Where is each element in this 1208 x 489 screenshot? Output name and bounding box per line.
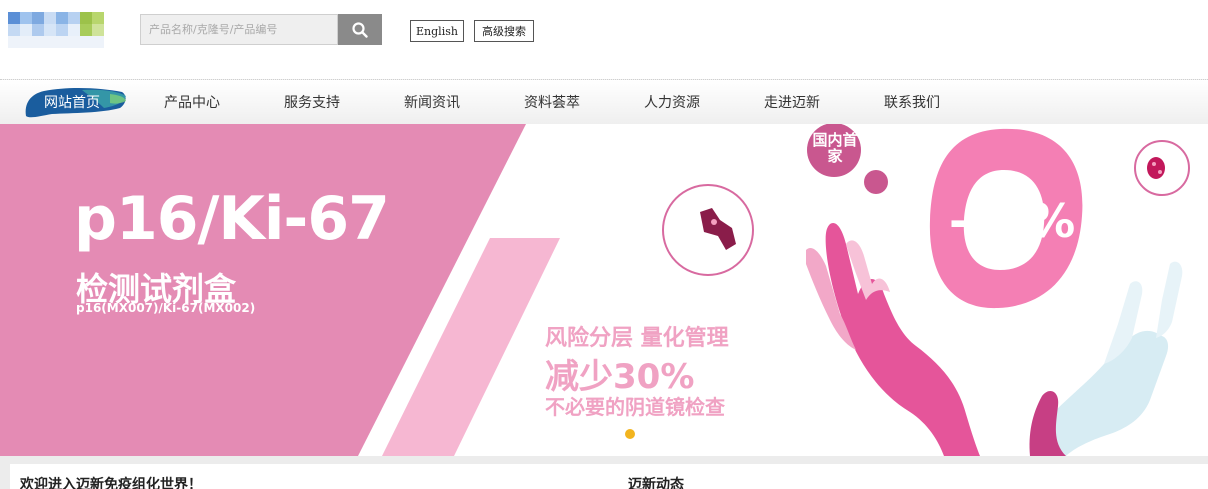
- banner-badge: 国内首家: [812, 131, 858, 165]
- carousel-indicator[interactable]: [625, 429, 635, 439]
- header: English 高级搜索: [0, 0, 1208, 78]
- nav-item-services[interactable]: 服务支持: [270, 80, 354, 124]
- main-nav: 网站首页 产品中心 服务支持 新闻资讯 资料荟萃 人力资源 走进迈新 联系我们: [0, 79, 1208, 124]
- nav-item-about[interactable]: 走进迈新: [750, 80, 834, 124]
- nav-item-news[interactable]: 新闻资讯: [390, 80, 474, 124]
- nav-item-careers[interactable]: 人力资源: [630, 80, 714, 124]
- search-box: [140, 14, 382, 45]
- latest-news-heading: 迈新动态: [628, 477, 684, 489]
- search-icon: [352, 21, 368, 38]
- logo[interactable]: [8, 12, 112, 52]
- welcome-heading: 欢迎进入迈新免疫组化世界！: [20, 477, 202, 489]
- nav-item-home[interactable]: 网站首页: [30, 80, 114, 124]
- english-link[interactable]: English: [410, 20, 464, 42]
- banner-percent: -30%: [949, 194, 1075, 248]
- content-section: 欢迎进入迈新免疫组化世界！ 迈新动态: [0, 456, 1208, 489]
- search-button[interactable]: [338, 14, 382, 45]
- nav-item-contact[interactable]: 联系我们: [870, 80, 954, 124]
- logo-icon: [8, 12, 104, 48]
- advanced-search-link[interactable]: 高级搜索: [474, 20, 534, 42]
- search-input[interactable]: [140, 14, 338, 45]
- nav-item-resources[interactable]: 资料荟萃: [510, 80, 594, 124]
- nav-item-products[interactable]: 产品中心: [150, 80, 234, 124]
- banner-product-codes: p16(MX007)/Ki-67(MX002): [76, 301, 256, 315]
- hero-banner[interactable]: p16/Ki-67 检测试剂盒 p16(MX007)/Ki-67(MX002) …: [0, 124, 1208, 456]
- banner-slogan-line3: 不必要的阴道镜检查: [545, 395, 725, 419]
- banner-slogan-line1: 风险分层 量化管理: [545, 326, 729, 351]
- banner-title: p16/Ki-67: [74, 184, 390, 254]
